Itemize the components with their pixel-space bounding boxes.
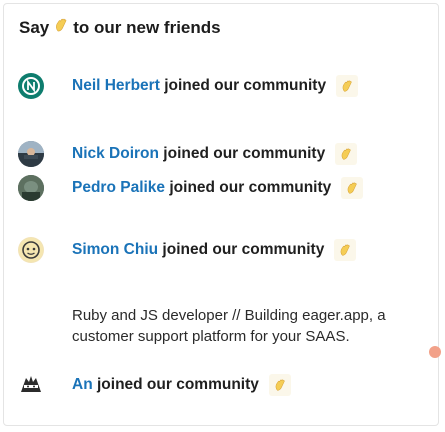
join-text: joined our community [163, 145, 326, 162]
avatar[interactable] [18, 372, 44, 398]
member-name-link[interactable]: Neil Herbert [72, 77, 160, 95]
heading-suffix: to our new friends [73, 17, 221, 37]
waving-hand-icon [275, 379, 285, 391]
waving-hand-icon [342, 80, 352, 92]
list-item: Nick Doiron joined our community [18, 137, 428, 171]
member-name-link[interactable]: Simon Chiu [72, 241, 158, 259]
join-message: Nick Doiron joined our community [72, 143, 358, 165]
welcome-heading: Say to our new friends [19, 17, 221, 38]
member-name-link[interactable]: Pedro Palike [72, 179, 165, 197]
list-item: Simon Chiu joined our community [18, 233, 428, 267]
member-name-link[interactable]: An [72, 376, 93, 394]
list-item: Pedro Palike joined our community [18, 171, 428, 205]
avatar[interactable] [18, 175, 44, 201]
avatar-illustration-icon [19, 238, 43, 262]
join-text: joined our community [162, 241, 325, 258]
wave-button[interactable] [335, 143, 358, 165]
heading-prefix: Say [19, 17, 50, 37]
avatar[interactable] [18, 141, 44, 167]
join-text: joined our community [169, 179, 332, 196]
join-message: Neil Herbert joined our community [72, 75, 359, 97]
avatar-photo-icon [18, 141, 44, 167]
join-message: Simon Chiu joined our community [72, 239, 357, 261]
member-name-link[interactable]: Nick Doiron [72, 145, 159, 163]
ninja-icon [21, 376, 41, 392]
avatar-letter-icon [22, 77, 40, 95]
avatar[interactable] [18, 73, 44, 99]
waving-hand-icon [341, 148, 351, 160]
notification-dot [429, 346, 441, 358]
member-bio: Ruby and JS developer // Building eager.… [72, 307, 386, 345]
join-text: joined our community [164, 77, 327, 94]
avatar[interactable] [18, 237, 44, 263]
waving-hand-icon [340, 244, 350, 256]
wave-button[interactable] [336, 75, 359, 97]
wave-button[interactable] [334, 239, 357, 261]
welcome-card: Say to our new friends Neil Herbert join… [3, 3, 441, 426]
waving-hand-icon [347, 182, 357, 194]
waving-hand-icon [53, 17, 69, 38]
wave-button[interactable] [268, 374, 291, 396]
list-item: Neil Herbert joined our community [18, 69, 428, 103]
avatar-photo-icon [18, 175, 44, 201]
join-message: Pedro Palike joined our community [72, 177, 364, 199]
join-text: joined our community [96, 376, 259, 393]
join-message: An joined our community [72, 374, 291, 396]
list-item: An joined our community [18, 368, 428, 402]
wave-button[interactable] [341, 177, 364, 199]
